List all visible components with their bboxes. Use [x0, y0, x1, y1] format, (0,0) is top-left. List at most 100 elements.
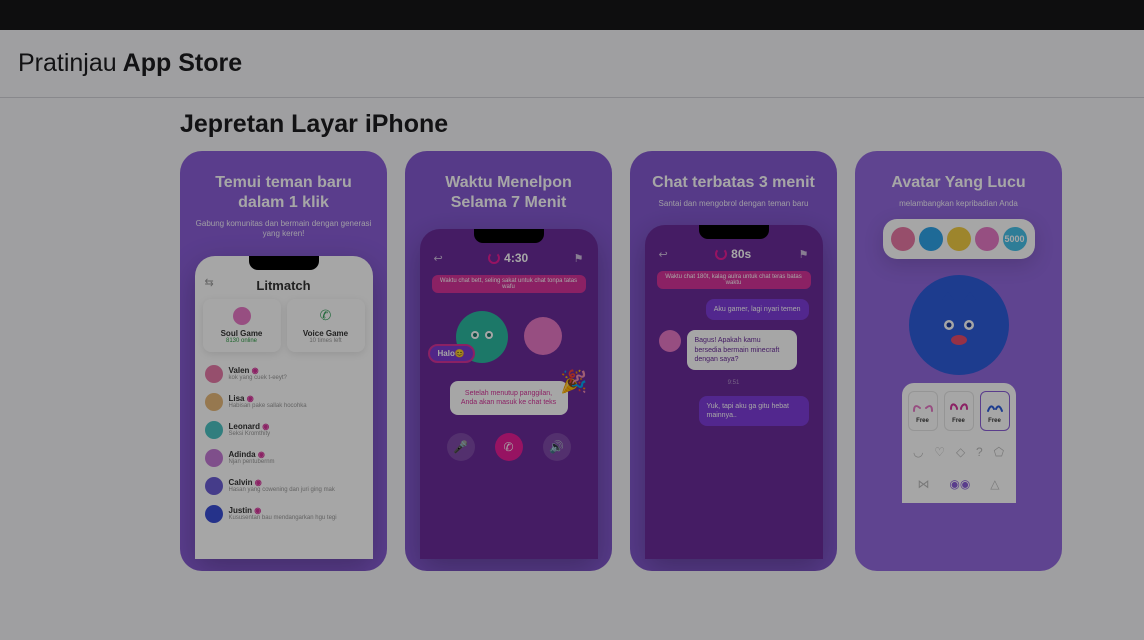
friend-row[interactable]: Lisa ◉ Habisan pake sallak hocohka	[203, 388, 365, 416]
speaker-button[interactable]: 🔊	[543, 433, 571, 461]
avatar-item[interactable]: Free	[980, 391, 1010, 431]
cat-lips-icon[interactable]: ♡	[934, 445, 945, 459]
category-row: ◡ ♡ ◇ ? ⬠	[908, 441, 1010, 463]
category-row-2: ⋈ ◉◉ △	[908, 473, 1010, 495]
cat-bell-icon[interactable]: △	[990, 477, 999, 491]
friend-name: Adinda ◉	[229, 450, 363, 459]
window-top-bar	[0, 0, 1144, 30]
friend-text: Kususentan bau mendangarkan hgu tegi	[229, 515, 363, 521]
back-icon[interactable]: ↩	[434, 252, 443, 265]
halo-badge: Halo😊	[428, 344, 475, 363]
header-title-bold: App Store	[123, 49, 242, 78]
shot3-subtitle: Santai dan mengobrol dengan teman baru	[659, 199, 809, 209]
chat-banner: Waktu chat 180t, kalag aulra untuk chat …	[657, 271, 811, 289]
horn-icon	[911, 398, 935, 416]
shot4-subtitle: melambangkan kepribadian Anda	[899, 199, 1018, 209]
cat-eyes-icon[interactable]: ◉◉	[949, 477, 970, 491]
friend-name: Valen ◉	[229, 366, 363, 375]
friend-row[interactable]: Calvin ◉ Hasan yang cowening dan juri gi…	[203, 472, 365, 500]
avatar-items: Free Free Free ◡ ♡ ◇ ? ⬠ ⋈ ◉◉ △	[902, 383, 1016, 503]
voice-game-icon: ✆	[317, 307, 335, 325]
phone-notch	[249, 256, 319, 270]
back-icon[interactable]: ↩	[659, 248, 668, 261]
chat-timer: 80s	[731, 247, 751, 261]
avatar-option[interactable]	[891, 227, 915, 251]
section-title: Jepretan Layar iPhone	[0, 98, 1144, 151]
friend-avatar	[205, 449, 223, 467]
avatar-item[interactable]: Free	[908, 391, 938, 431]
shot1-title: Temui teman baru dalam 1 klik	[215, 173, 352, 213]
call-buttons: 🎤 ✆ 🔊	[428, 433, 590, 461]
avatar-option[interactable]: 5000	[1003, 227, 1027, 251]
chat-msg-3: Yuk, tapi aku ga gitu hebat mainnya..	[659, 396, 809, 426]
avatar-item[interactable]: Free	[944, 391, 974, 431]
shot1-subtitle: Gabung komunitas dan bermain dengan gene…	[194, 219, 373, 240]
content-area: Pratinjau App Store Jepretan Layar iPhon…	[0, 30, 1144, 640]
horn-icon	[983, 398, 1007, 416]
cat-shape-icon[interactable]: ⬠	[994, 445, 1004, 459]
flag-icon[interactable]: ⚑	[574, 252, 584, 265]
mute-button[interactable]: 🎤	[447, 433, 475, 461]
flag-icon[interactable]: ⚑	[799, 248, 809, 261]
screenshot-4[interactable]: Avatar Yang Lucu melambangkan kepribadia…	[855, 151, 1062, 571]
friend-row[interactable]: Leonard ◉ Seksi Kromthity	[203, 416, 365, 444]
avatar-option[interactable]	[919, 227, 943, 251]
friend-text: Seksi Kromthity	[229, 431, 363, 437]
callee-avatar	[524, 317, 562, 355]
friend-text: kok yang cuek t-eeyt?	[229, 375, 363, 381]
soul-game-card[interactable]: Soul Game 8130 online	[203, 299, 281, 352]
shot3-phone: ↩ 80s ⚑ Waktu chat 180t, kalag aulra unt…	[645, 225, 823, 559]
call-banner: Waktu chat bett, seling sakat untuk chat…	[432, 275, 586, 293]
friend-avatar	[205, 365, 223, 383]
friend-row[interactable]: Adinda ◉ Njan pentubernm	[203, 444, 365, 472]
friend-name: Calvin ◉	[229, 478, 363, 487]
shot1-phone: ⇆ Litmatch Soul Game 8130 online ✆ Voice…	[195, 256, 373, 559]
header-title-light: Pratinjau	[18, 49, 117, 78]
cat-drop-icon[interactable]: ◇	[956, 445, 965, 459]
friend-name: Justin ◉	[229, 506, 363, 515]
app-name: Litmatch	[203, 278, 365, 293]
friend-name: Leonard ◉	[229, 422, 363, 431]
screenshot-3[interactable]: Chat terbatas 3 menit Santai dan mengobr…	[630, 151, 837, 571]
chat-msg-1: Aku gamer, lagi nyari temen	[659, 299, 809, 320]
chat-timestamp: 9:51	[659, 380, 809, 386]
soul-game-icon	[233, 307, 251, 325]
shot3-title: Chat terbatas 3 menit	[652, 173, 815, 193]
avatar-option[interactable]	[975, 227, 999, 251]
timer-icon	[715, 248, 727, 260]
confetti-icon: 🎉	[560, 369, 587, 395]
voice-game-card[interactable]: ✆ Voice Game 10 times left	[287, 299, 365, 352]
cat-glasses-icon[interactable]: ◡	[913, 445, 923, 459]
horn-icon	[947, 398, 971, 416]
screenshot-1[interactable]: Temui teman baru dalam 1 klik Gabung kom…	[180, 151, 387, 571]
settings-icon: ⇆	[205, 276, 214, 289]
chat-body: Aku gamer, lagi nyari temen Bagus! Apaka…	[653, 299, 815, 426]
item-price: Free	[947, 418, 971, 424]
friend-text: Hasan yang cowening dan juri ging mak	[229, 487, 363, 493]
timer-icon	[488, 252, 500, 264]
phone-notch	[474, 229, 544, 243]
friend-name: Lisa ◉	[229, 394, 363, 403]
header-bar: Pratinjau App Store	[0, 30, 1144, 98]
chat-msg-2: Bagus! Apakah kamu bersedia bermain mine…	[659, 330, 809, 369]
screenshots-row[interactable]: Temui teman baru dalam 1 klik Gabung kom…	[0, 151, 1144, 571]
cat-bowtie-icon[interactable]: ⋈	[917, 477, 929, 491]
item-price: Free	[911, 418, 935, 424]
item-price: Free	[983, 418, 1007, 424]
shot2-title: Waktu Menelpon Selama 7 Menit	[445, 173, 572, 213]
friend-avatar	[205, 477, 223, 495]
timer-value: 4:30	[504, 251, 528, 265]
avatar-option[interactable]	[947, 227, 971, 251]
shot2-phone: ↩ 4:30 ⚑ Waktu chat bett, seling sakat u…	[420, 229, 598, 559]
friend-avatar	[205, 505, 223, 523]
friend-avatar	[205, 393, 223, 411]
main-avatar	[909, 275, 1009, 375]
friend-row[interactable]: Valen ◉ kok yang cuek t-eeyt?	[203, 360, 365, 388]
cat-question-icon[interactable]: ?	[976, 445, 983, 459]
shot4-title: Avatar Yang Lucu	[891, 173, 1025, 193]
end-call-button[interactable]: ✆	[495, 433, 523, 461]
screenshot-2[interactable]: Waktu Menelpon Selama 7 Menit ↩ 4:30 ⚑ W…	[405, 151, 612, 571]
avatar-strip: 5000	[883, 219, 1035, 259]
chat-avatar-other	[659, 330, 681, 352]
friend-row[interactable]: Justin ◉ Kususentan bau mendangarkan hgu…	[203, 500, 365, 528]
